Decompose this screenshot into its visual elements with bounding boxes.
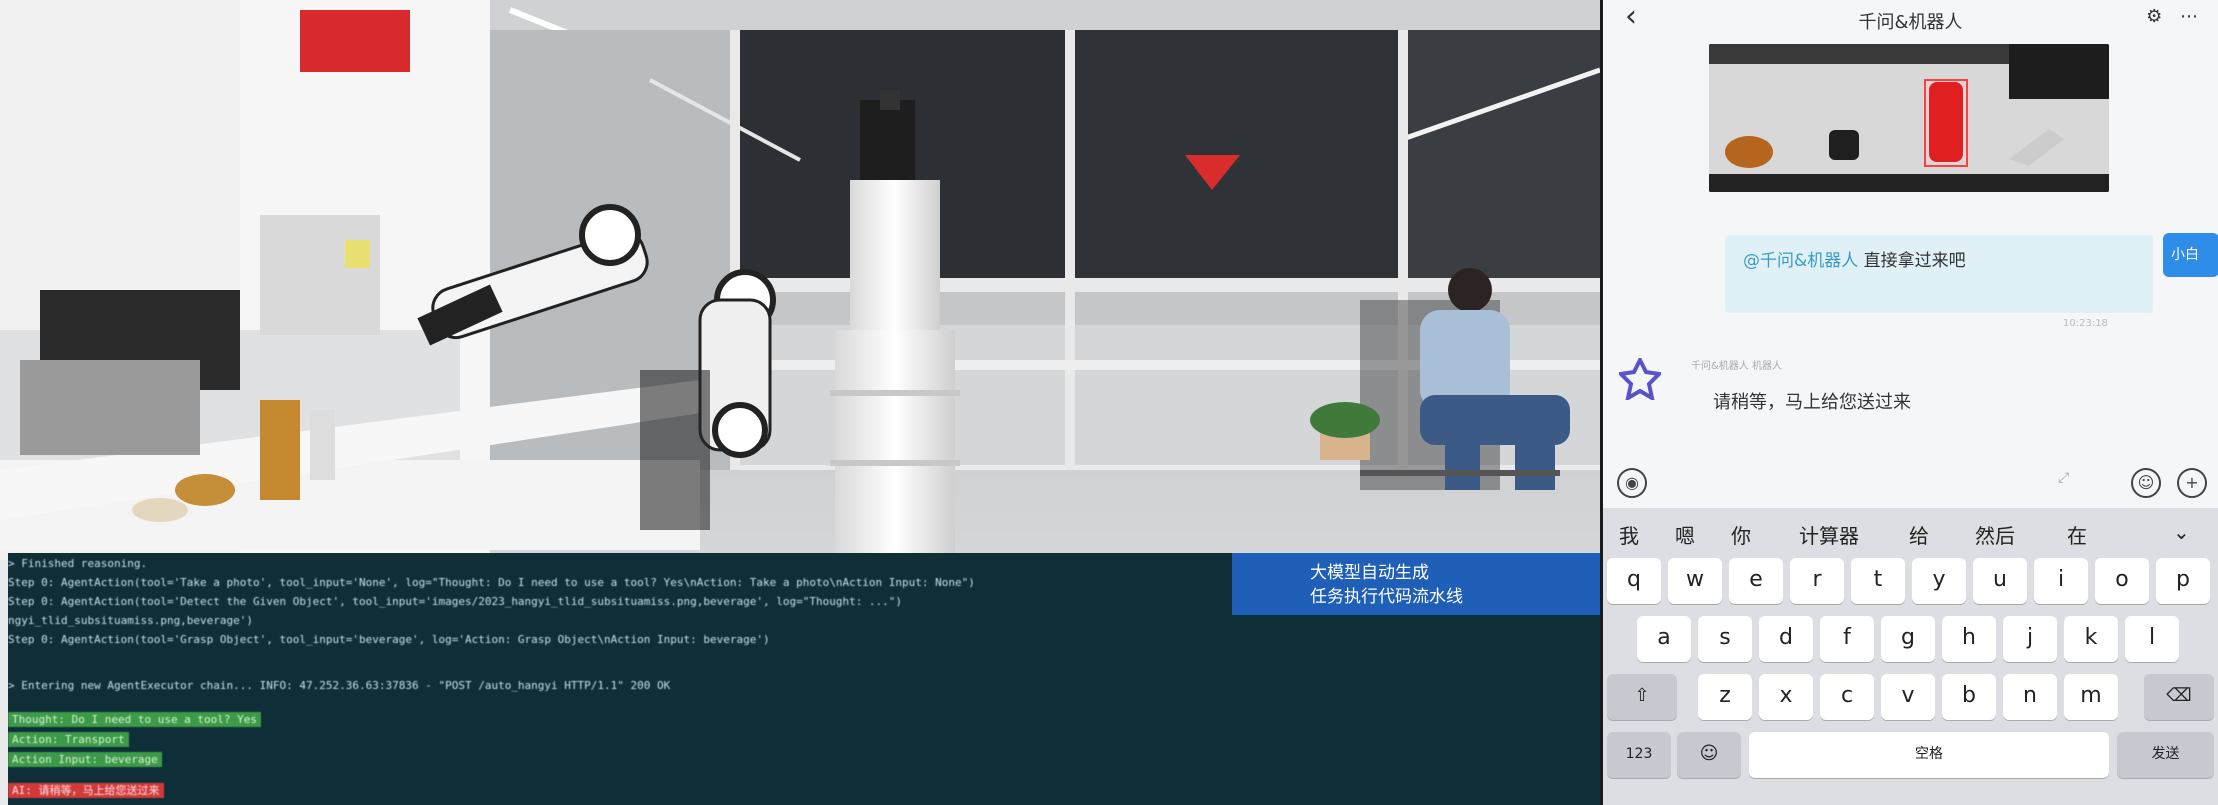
key-o[interactable]: o: [2095, 558, 2149, 604]
chat-input-bar: ◉ ⤢ ☺ +: [1603, 458, 2218, 508]
key-d[interactable]: d: [1759, 616, 1813, 662]
send-key[interactable]: 发送: [2117, 732, 2214, 778]
plus-icon[interactable]: +: [2177, 468, 2207, 498]
terminal-line: ngyi_tlid_subsituamiss.png,beverage'): [8, 614, 254, 627]
shift-key[interactable]: ⇧: [1607, 674, 1677, 720]
terminal-line: > Entering new AgentExecutor chain... IN…: [8, 679, 671, 692]
key-n[interactable]: n: [2003, 674, 2057, 720]
my-message-text: 直接拿过来吧: [1858, 251, 1966, 271]
my-message-bubble[interactable]: @千问&机器人 直接拿过来吧: [1725, 235, 2153, 313]
terminal-line: > Finished reasoning.: [8, 557, 148, 570]
terminal-highlight-thought: Thought: Do I need to use a tool? Yes: [8, 712, 262, 727]
emoji-icon[interactable]: ☺: [2131, 468, 2161, 498]
candidate-word[interactable]: 我: [1619, 520, 1639, 549]
more-options-icon[interactable]: ⚙ ⋯: [2146, 6, 2204, 27]
caption-line-1: 大模型自动生成: [1310, 563, 1429, 583]
emoji-keyboard-key[interactable]: ☺: [1677, 732, 1741, 778]
photo-message-thumbnail[interactable]: [1709, 44, 2109, 192]
phone-chat-screen: ‹ 千问&机器人 ⚙ ⋯ @千问&机器人 直接拿过来吧 小白 10:23:18: [1603, 0, 2218, 805]
mention-tag[interactable]: @千问&机器人: [1743, 251, 1858, 271]
terminal-highlight-action: Action: Transport: [8, 732, 129, 747]
message-timestamp: 10:23:18: [2063, 318, 2108, 329]
delete-key[interactable]: ⌫: [2144, 674, 2214, 720]
key-t[interactable]: t: [1851, 558, 1905, 604]
screen: > Finished reasoning. Step 0: AgentActio…: [0, 0, 2218, 805]
key-f[interactable]: f: [1820, 616, 1874, 662]
key-y[interactable]: y: [1912, 558, 1966, 604]
key-row-2: a s d f g h j k l: [1603, 612, 2218, 664]
key-a[interactable]: a: [1637, 616, 1691, 662]
key-row-4: 123 ☺ 空格 发送: [1603, 728, 2218, 780]
candidate-word[interactable]: 在: [2067, 520, 2087, 549]
robot-reply-message: 请稍等，马上给您送过来: [1713, 392, 1911, 413]
key-m[interactable]: m: [2064, 674, 2118, 720]
voice-icon[interactable]: ◉: [1617, 468, 1647, 498]
key-w[interactable]: w: [1668, 558, 1722, 604]
key-p[interactable]: p: [2156, 558, 2210, 604]
expand-icon[interactable]: ⤢: [2058, 470, 2069, 486]
qianwen-logo-icon: [1616, 355, 1664, 403]
terminal-line: Step 0: AgentAction(tool='Take a photo',…: [8, 576, 975, 589]
key-g[interactable]: g: [1881, 616, 1935, 662]
key-e[interactable]: e: [1729, 558, 1783, 604]
detected-objects-photo: [1709, 44, 2109, 192]
key-z[interactable]: z: [1698, 674, 1752, 720]
key-u[interactable]: u: [1973, 558, 2027, 604]
key-b[interactable]: b: [1942, 674, 1996, 720]
collapse-keyboard-icon[interactable]: ⌄: [2173, 520, 2190, 544]
key-row-3: ⇧ z x c v b n m ⌫: [1603, 670, 2218, 722]
number-switch-key[interactable]: 123: [1607, 732, 1671, 778]
candidate-word[interactable]: 然后: [1975, 520, 2015, 549]
chat-title: 千问&机器人: [1858, 12, 1963, 33]
terminal-line: Step 0: AgentAction(tool='Grasp Object',…: [8, 633, 770, 646]
candidate-word[interactable]: 给: [1909, 520, 1929, 549]
candidate-word[interactable]: 你: [1731, 520, 1751, 549]
message-input[interactable]: [1667, 466, 2057, 500]
key-i[interactable]: i: [2034, 558, 2088, 604]
terminal-highlight-ai-reply: AI: 请稍等，马上给您送过来: [8, 783, 164, 798]
key-s[interactable]: s: [1698, 616, 1752, 662]
key-v[interactable]: v: [1881, 674, 1935, 720]
candidate-word[interactable]: 计算器: [1799, 520, 1859, 549]
robot-sender-name: 千问&机器人 机器人: [1691, 361, 1782, 372]
key-x[interactable]: x: [1759, 674, 1813, 720]
key-l[interactable]: l: [2125, 616, 2179, 662]
candidate-bar: 我 嗯 你 计算器 给 然后 在 ⌄: [1603, 508, 2218, 554]
key-j[interactable]: j: [2003, 616, 2057, 662]
candidate-word[interactable]: 嗯: [1675, 520, 1695, 549]
caption-line-2: 任务执行代码流水线: [1310, 587, 1463, 607]
terminal-line: Step 0: AgentAction(tool='Detect the Giv…: [8, 595, 903, 608]
terminal-highlight-action-input: Action Input: beverage: [8, 752, 162, 767]
soft-keyboard: 我 嗯 你 计算器 给 然后 在 ⌄ q w e r t y u i o p a…: [1603, 508, 2218, 805]
space-key[interactable]: 空格: [1749, 732, 2109, 778]
key-k[interactable]: k: [2064, 616, 2118, 662]
chat-top-bar: ‹ 千问&机器人 ⚙ ⋯: [1603, 0, 2218, 40]
key-row-1: q w e r t y u i o p: [1603, 554, 2218, 606]
key-q[interactable]: q: [1607, 558, 1661, 604]
key-c[interactable]: c: [1820, 674, 1874, 720]
key-r[interactable]: r: [1790, 558, 1844, 604]
key-h[interactable]: h: [1942, 616, 1996, 662]
caption-banner: 大模型自动生成 任务执行代码流水线: [1232, 553, 1600, 615]
my-avatar[interactable]: 小白: [2163, 233, 2218, 277]
robot-avatar-icon[interactable]: [1616, 355, 1664, 403]
